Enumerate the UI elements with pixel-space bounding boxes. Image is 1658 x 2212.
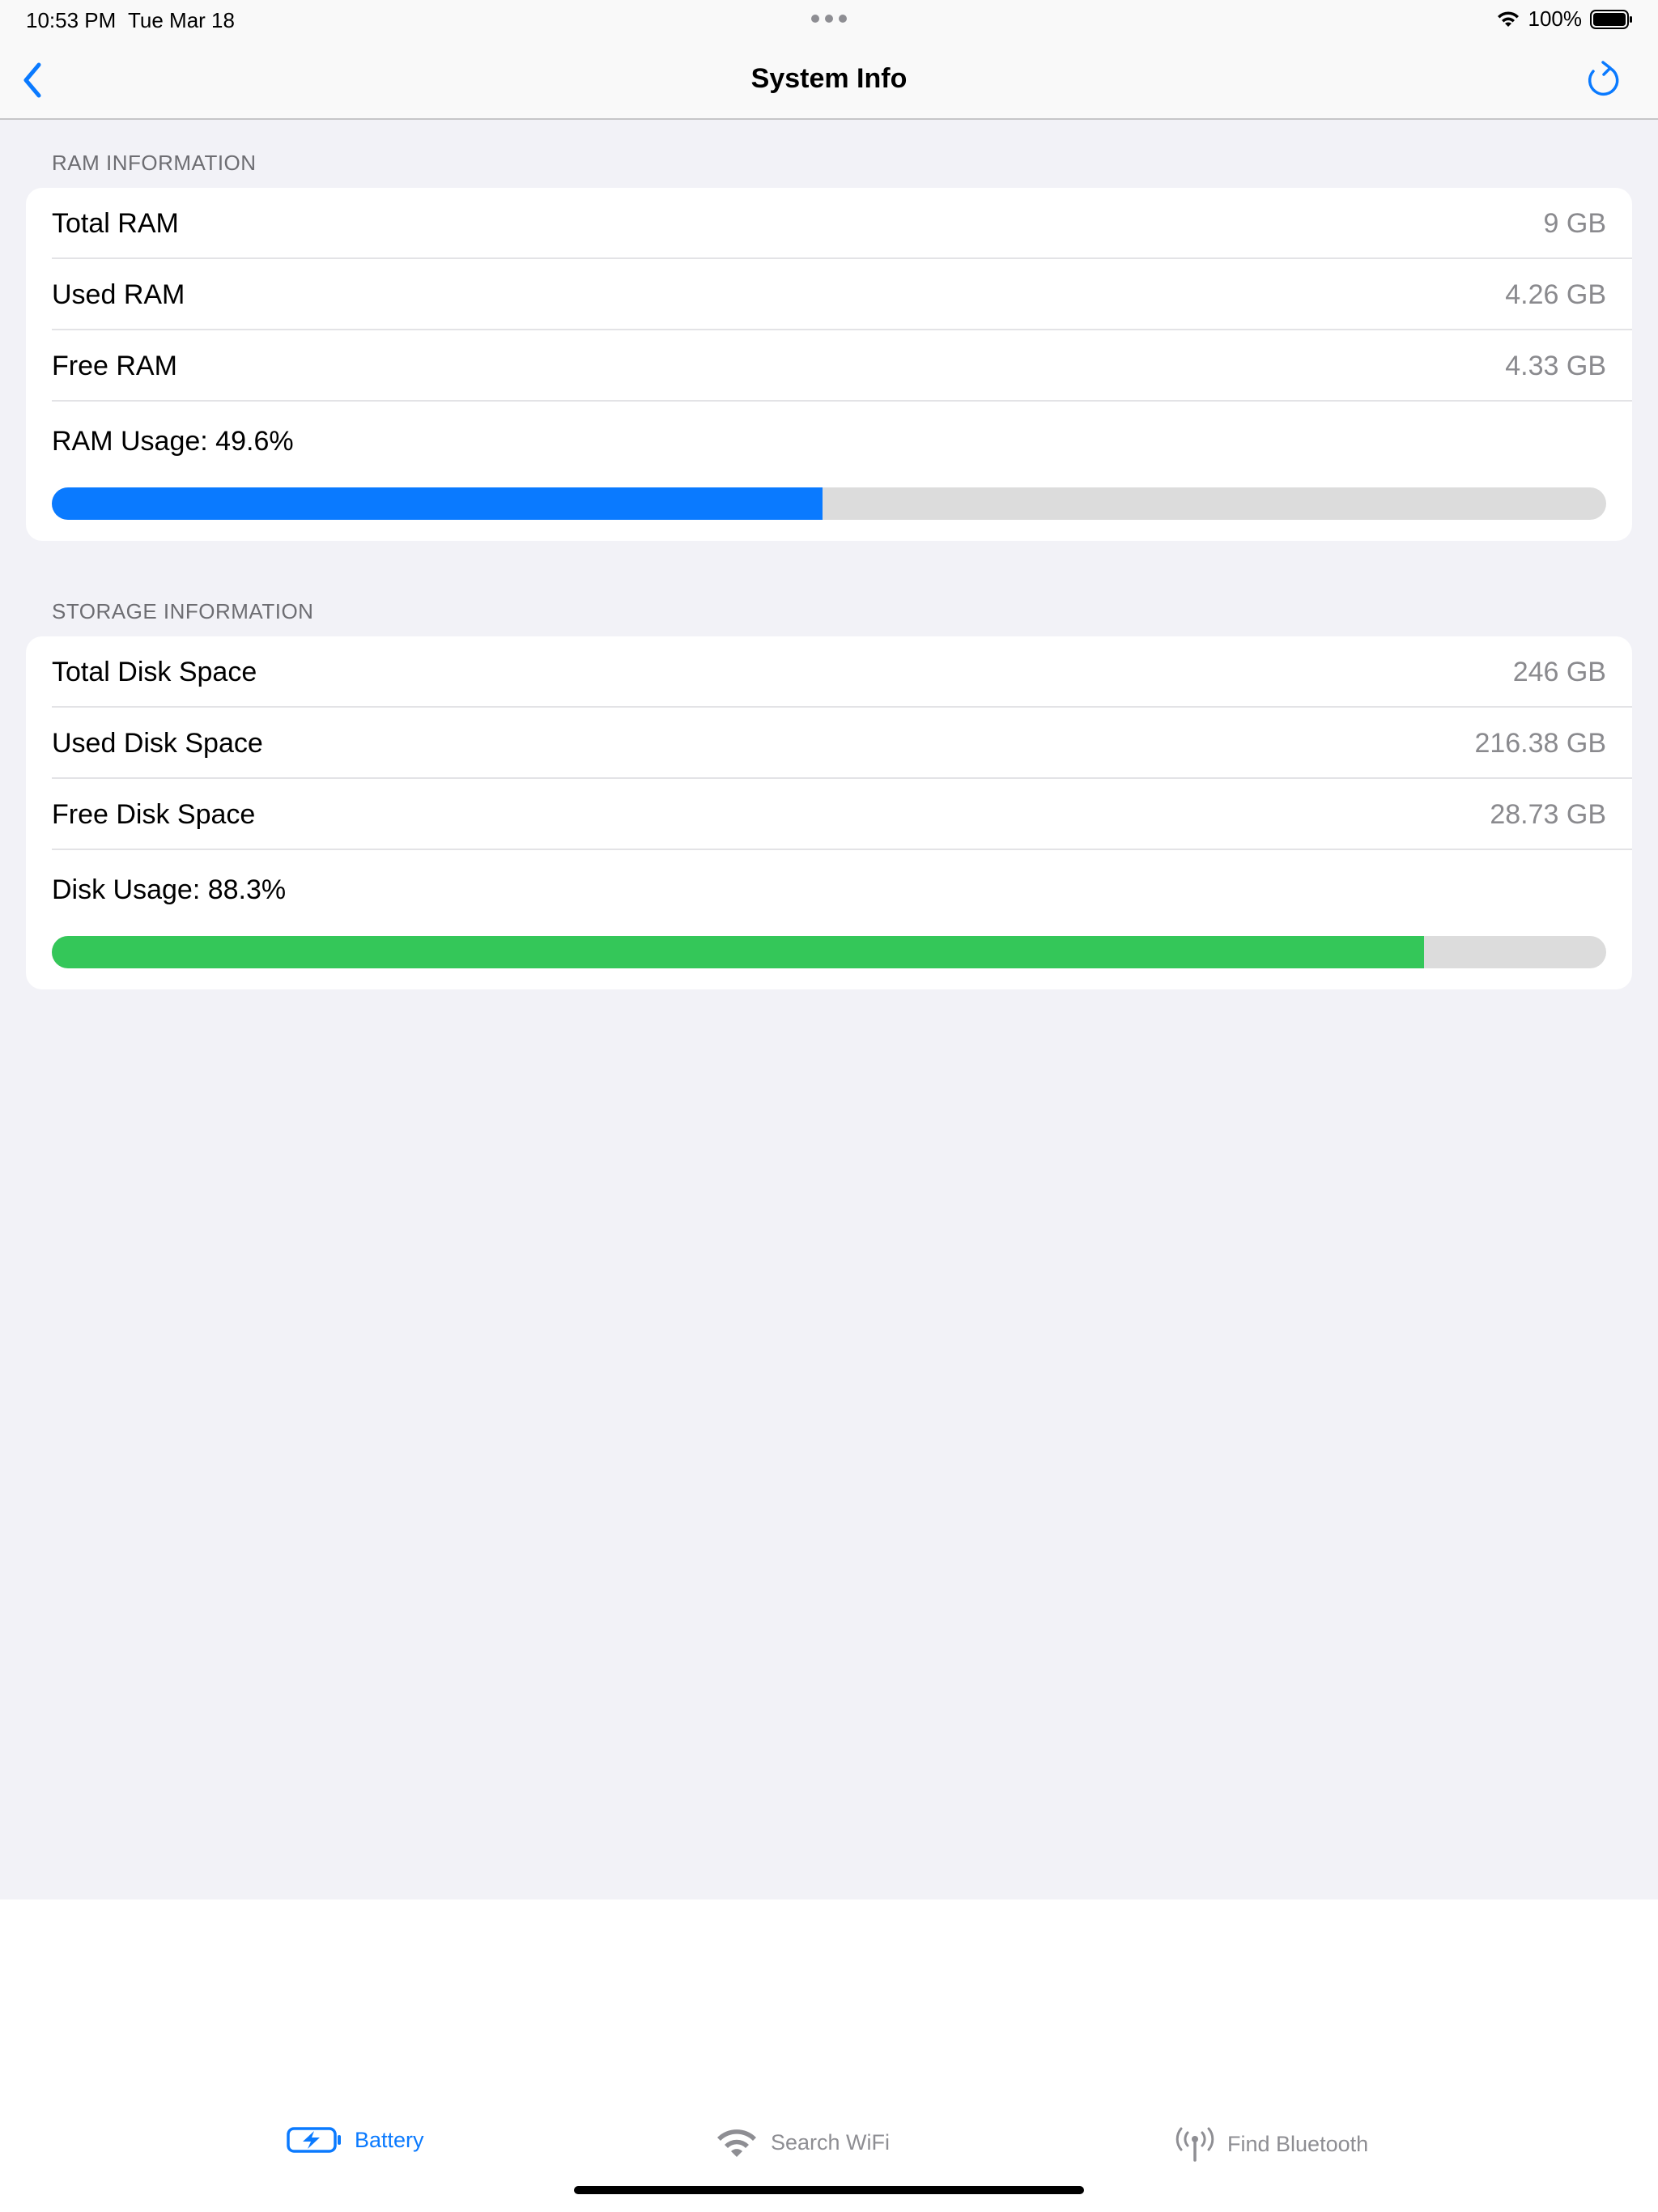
ram-usage-label: RAM Usage: 49.6% <box>52 426 294 457</box>
status-bar: 10:53 PM Tue Mar 18 100% <box>0 0 1658 39</box>
wifi-icon <box>717 2129 756 2157</box>
page-title: System Info <box>750 63 908 94</box>
ram-row-used: Used RAM 4.26 GB <box>26 259 1632 330</box>
wifi-status-icon <box>1496 11 1520 28</box>
status-indicators: 100% <box>1496 6 1635 32</box>
multitasking-dots-icon[interactable] <box>811 15 847 23</box>
tab-label: Find Bluetooth <box>1227 2131 1369 2156</box>
tab-label: Battery <box>355 2127 424 2152</box>
ram-progress-fill <box>52 487 823 520</box>
tab-label: Search WiFi <box>771 2129 891 2155</box>
row-label: Used Disk Space <box>52 727 263 759</box>
refresh-icon <box>1588 61 1619 96</box>
row-value: 246 GB <box>1512 656 1606 687</box>
storage-row-total: Total Disk Space 246 GB <box>26 636 1632 708</box>
status-time: 10:53 PM <box>26 8 117 32</box>
ram-row-total: Total RAM 9 GB <box>26 188 1632 259</box>
disk-progress-fill <box>52 936 1425 968</box>
row-label: Used RAM <box>52 279 185 310</box>
refresh-button[interactable] <box>1582 58 1626 102</box>
storage-row-used: Used Disk Space 216.38 GB <box>26 708 1632 779</box>
battery-charging-icon <box>287 2127 341 2153</box>
disk-progress-bar <box>52 936 1606 968</box>
row-value: 4.33 GB <box>1505 350 1606 381</box>
ram-progress-bar <box>52 487 1606 520</box>
home-indicator[interactable] <box>574 2186 1084 2194</box>
disk-usage-label: Disk Usage: 88.3% <box>52 874 287 905</box>
storage-section-header: STORAGE INFORMATION <box>52 599 314 623</box>
row-value: 28.73 GB <box>1490 798 1606 830</box>
status-date: Tue Mar 18 <box>128 8 235 32</box>
row-label: Total RAM <box>52 207 179 239</box>
tab-find-bluetooth[interactable]: Find Bluetooth <box>1174 2126 1368 2162</box>
antenna-icon <box>1175 2127 1214 2162</box>
tab-search-wifi[interactable]: Search WiFi <box>714 2126 890 2159</box>
row-value: 9 GB <box>1543 207 1606 239</box>
disk-usage-block: Disk Usage: 88.3% <box>26 850 1632 989</box>
ram-section-header: RAM INFORMATION <box>52 151 257 175</box>
storage-row-free: Free Disk Space 28.73 GB <box>26 779 1632 850</box>
battery-percent: 100% <box>1528 6 1583 31</box>
tab-bar: Battery Search WiFi Find Bluetooth <box>0 1899 1658 2212</box>
row-label: Free RAM <box>52 350 177 381</box>
row-label: Free Disk Space <box>52 798 256 830</box>
tab-battery[interactable]: Battery <box>287 2126 424 2154</box>
ram-row-free: Free RAM 4.33 GB <box>26 330 1632 402</box>
row-value: 4.26 GB <box>1505 279 1606 310</box>
storage-card: Total Disk Space 246 GB Used Disk Space … <box>26 636 1632 989</box>
row-label: Total Disk Space <box>52 656 257 687</box>
ram-usage-block: RAM Usage: 49.6% <box>26 402 1632 541</box>
battery-status-icon <box>1590 9 1634 29</box>
navigation-bar: System Info <box>0 39 1658 120</box>
ram-card: Total RAM 9 GB Used RAM 4.26 GB Free RAM… <box>26 188 1632 541</box>
row-value: 216.38 GB <box>1474 727 1606 759</box>
